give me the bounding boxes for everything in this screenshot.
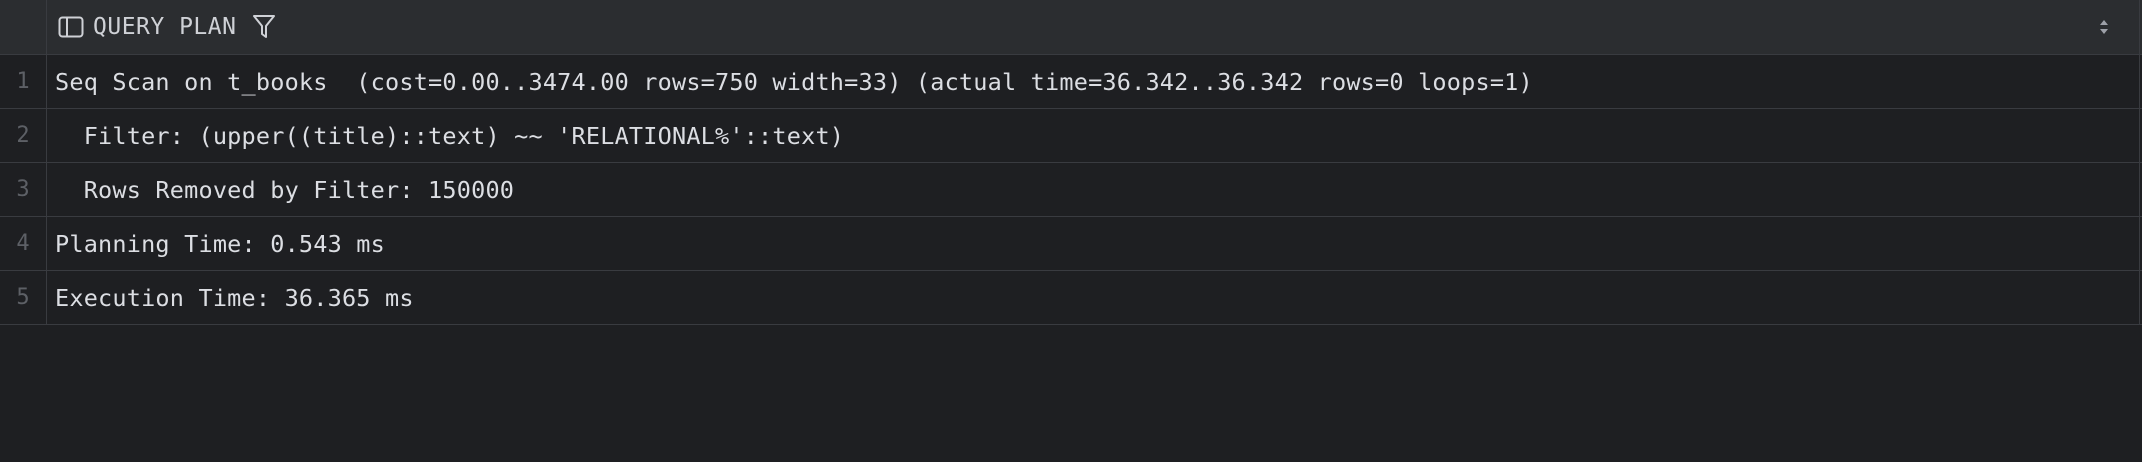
table-row[interactable]: 3 Rows Removed by Filter: 150000: [0, 163, 2142, 217]
filter-icon[interactable]: [250, 13, 278, 41]
query-plan-cell[interactable]: Rows Removed by Filter: 150000: [47, 163, 2140, 216]
table-row[interactable]: 4 Planning Time: 0.543 ms: [0, 217, 2142, 271]
row-number: 1: [0, 55, 47, 108]
column-title: QUERY PLAN: [93, 14, 237, 40]
sort-updown-icon[interactable]: [2097, 16, 2111, 38]
row-number: 3: [0, 163, 47, 216]
column-header-query-plan[interactable]: QUERY PLAN: [47, 0, 2140, 54]
row-number: 5: [0, 271, 47, 324]
row-number: 4: [0, 217, 47, 270]
query-plan-cell[interactable]: Seq Scan on t_books (cost=0.00..3474.00 …: [47, 55, 2140, 108]
table-row[interactable]: 2 Filter: (upper((title)::text) ~~ 'RELA…: [0, 109, 2142, 163]
query-plan-cell[interactable]: Planning Time: 0.543 ms: [47, 217, 2140, 270]
row-number: 2: [0, 109, 47, 162]
grid-header-row: QUERY PLAN: [0, 0, 2142, 55]
row-number-header[interactable]: [0, 0, 47, 54]
query-plan-cell[interactable]: Filter: (upper((title)::text) ~~ 'RELATI…: [47, 109, 2140, 162]
table-column-icon: [57, 15, 85, 39]
table-row[interactable]: 5 Execution Time: 36.365 ms: [0, 271, 2142, 325]
result-grid: QUERY PLAN 1 Seq Scan on t_books (cost=0…: [0, 0, 2142, 325]
table-row[interactable]: 1 Seq Scan on t_books (cost=0.00..3474.0…: [0, 55, 2142, 109]
query-plan-cell[interactable]: Execution Time: 36.365 ms: [47, 271, 2140, 324]
